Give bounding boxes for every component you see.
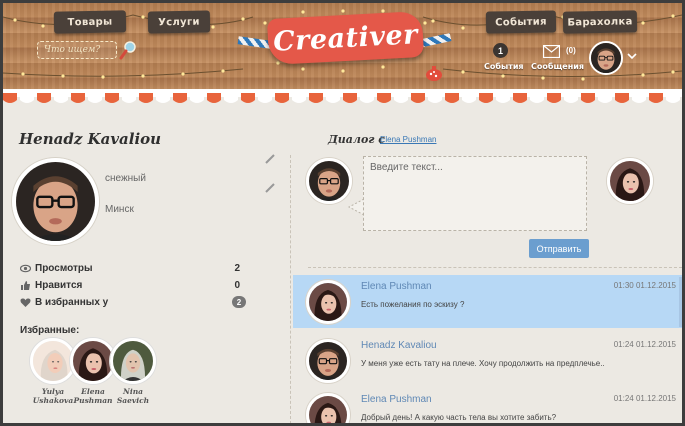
- message-time: 01:24 01.12.2015: [613, 340, 676, 349]
- message-input[interactable]: [363, 156, 587, 231]
- message-avatar[interactable]: [306, 280, 350, 324]
- logo[interactable]: Creativer: [266, 10, 425, 66]
- stat-favorited-label: В избранных у: [35, 296, 109, 308]
- profile-name: Henadz Kavaliou: [19, 130, 162, 148]
- speech-tail-decoration: [347, 199, 364, 215]
- favorite-last-name: Ushakova: [32, 396, 74, 405]
- header: Товары Услуги События Барахолка Creative…: [3, 3, 682, 95]
- message-text: Добрый день! А какую часть тела вы хотит…: [361, 413, 557, 422]
- messages-count[interactable]: (0): [566, 46, 576, 55]
- stat-views-value: 2: [234, 262, 240, 274]
- edit-status-pencil-icon[interactable]: [265, 153, 276, 164]
- message-text: У меня уже есть тату на плече. Хочу прод…: [361, 359, 605, 368]
- message-text: Есть пожелания по эскизу ?: [361, 300, 465, 309]
- edit-city-pencil-icon[interactable]: [265, 182, 276, 193]
- compose-partner-avatar: [607, 158, 653, 204]
- message-author[interactable]: Elena Pushman: [361, 394, 432, 405]
- message-row[interactable]: Elena Pushman 01:30 01.12.2015 Есть поже…: [293, 275, 682, 328]
- favorite-first-name: Nina: [122, 387, 144, 396]
- favorite-first-name: Elena: [81, 387, 105, 396]
- profile-city: Минск: [105, 204, 134, 215]
- favorite-last-name: Pushman: [73, 396, 113, 405]
- page-frame: Товары Услуги События Барахолка Creative…: [0, 0, 685, 426]
- eye-icon: [20, 264, 31, 272]
- stat-likes-value: 0: [234, 279, 240, 291]
- thumb-icon: [21, 280, 30, 290]
- message-time: 01:30 01.12.2015: [613, 281, 676, 290]
- logo-text: Creativer: [272, 18, 419, 58]
- profile-avatar: [12, 158, 99, 245]
- profile-status: снежный: [105, 173, 146, 184]
- teapot-icon: [426, 66, 442, 81]
- message-avatar[interactable]: [306, 393, 350, 423]
- favorites-title: Избранные:: [20, 325, 80, 336]
- messages-label[interactable]: Сообщения: [531, 62, 584, 71]
- favorite-item[interactable]: Nina Saevich: [110, 338, 156, 405]
- events-label[interactable]: События: [484, 62, 524, 71]
- dialog-title: Диалог с: [328, 133, 386, 146]
- stat-views: Просмотры 2: [20, 261, 248, 275]
- nav-services-button[interactable]: Услуги: [147, 10, 211, 34]
- message-row[interactable]: Henadz Kavaliou 01:24 01.12.2015 У меня …: [293, 334, 682, 387]
- message-avatar[interactable]: [306, 339, 350, 383]
- heart-icon: [20, 297, 31, 307]
- dialog-partner-link[interactable]: Elena Pushman: [380, 135, 436, 144]
- events-count-badge[interactable]: 1: [493, 43, 508, 58]
- awning-decoration: [3, 89, 682, 103]
- send-button[interactable]: Отправить: [529, 239, 589, 258]
- search-input[interactable]: [37, 41, 117, 59]
- header-avatar[interactable]: [589, 41, 623, 75]
- nav-market-button[interactable]: Барахолка: [562, 10, 638, 34]
- stat-views-label: Просмотры: [35, 262, 93, 274]
- compose-own-avatar: [306, 158, 352, 204]
- message-author[interactable]: Henadz Kavaliou: [361, 340, 437, 351]
- nav-events-button[interactable]: События: [485, 10, 557, 34]
- favorite-last-name: Saevich: [116, 396, 150, 405]
- scrollbar-thumb[interactable]: [679, 277, 682, 327]
- nav-goods-button[interactable]: Товары: [53, 10, 127, 34]
- stat-likes: Нравится 0: [20, 278, 248, 292]
- dialog-divider: [308, 267, 682, 268]
- mail-icon[interactable]: [543, 45, 560, 58]
- message-time: 01:24 01.12.2015: [613, 394, 676, 403]
- message-author[interactable]: Elena Pushman: [361, 281, 432, 292]
- stat-likes-label: Нравится: [35, 279, 83, 291]
- message-row[interactable]: Elena Pushman 01:24 01.12.2015 Добрый де…: [293, 388, 682, 423]
- chevron-down-icon[interactable]: [627, 52, 637, 60]
- magnifier-icon[interactable]: [119, 40, 137, 60]
- column-divider: [290, 155, 291, 423]
- stat-favorited: В избранных у 2: [20, 295, 248, 309]
- favorite-avatar[interactable]: [110, 338, 156, 384]
- favorite-first-name: Yulya: [41, 387, 65, 396]
- stat-favorited-badge: 2: [232, 296, 246, 308]
